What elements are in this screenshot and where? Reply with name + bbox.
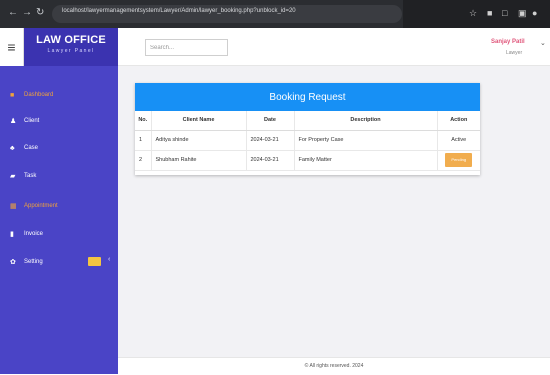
cell-no: 1	[135, 130, 152, 151]
sidebar-item-label: Appointment	[24, 203, 58, 209]
home-icon: ■	[10, 91, 15, 99]
brand-subtitle: Lawyer Panel	[47, 48, 95, 54]
gear-icon: ✿	[10, 259, 16, 266]
file-icon: ▰	[10, 173, 16, 180]
search-input[interactable]	[145, 39, 228, 56]
sidebar-item-appointment[interactable]: ▦ Appointment	[0, 196, 118, 216]
sidebar-item-task[interactable]: ▰ Task	[0, 166, 118, 186]
table-row: 1 Aditya shinde 2024-03-21 For Property …	[135, 130, 480, 151]
reload-icon[interactable]: ↻	[36, 7, 44, 19]
sidebar-item-label: Setting	[24, 259, 43, 265]
column-header: Date	[246, 111, 295, 131]
cell-client: Aditya shinde	[151, 130, 247, 151]
sidebar-item-setting[interactable]: ✿ Setting ‹	[0, 252, 118, 272]
star-icon[interactable]: ☆	[469, 8, 477, 19]
sidebar-item-label: Dashboard	[24, 92, 54, 98]
window-icon[interactable]: ▣	[518, 8, 527, 19]
chevron-left-icon[interactable]: ‹	[108, 256, 110, 263]
pending-button[interactable]: Pending	[445, 153, 473, 167]
chevron-down-icon[interactable]: ⌄	[540, 39, 546, 47]
column-header: Description	[294, 111, 438, 131]
cell-client: Shubham Rahite	[151, 150, 247, 171]
user-name[interactable]: Sanjay Patil	[491, 39, 525, 45]
forward-icon[interactable]: →	[22, 7, 32, 19]
sidebar-item-label: Task	[24, 173, 37, 179]
profile-icon[interactable]: ●	[532, 8, 537, 19]
sidebar-item-invoice[interactable]: ▮ Invoice	[0, 224, 118, 244]
cell-no: 2	[135, 150, 152, 171]
status-active: Active	[437, 130, 480, 151]
column-header: No.	[135, 111, 152, 131]
extension-icon[interactable]: ■	[487, 8, 492, 19]
cell-date: 2024-03-21	[246, 150, 295, 171]
sidebar-item-case[interactable]: ♣ Case	[0, 138, 118, 158]
column-header: Client Name	[151, 111, 247, 131]
notification-badge	[88, 257, 101, 266]
back-icon[interactable]: ←	[8, 7, 18, 19]
cell-description: Family Matter	[294, 150, 438, 171]
table-header-row: No. Client Name Date Description Action	[135, 111, 480, 131]
sidebar-item-dashboard[interactable]: ■ Dashboard	[0, 85, 118, 105]
booking-request-card: Booking Request No. Client Name Date Des…	[135, 83, 480, 175]
brand-logo[interactable]: LAW OFFICE Lawyer Panel	[24, 28, 118, 66]
sidebar-item-client[interactable]: ♟ Client	[0, 111, 118, 131]
sidebar-item-label: Case	[24, 145, 39, 151]
address-bar-url: localhost/lawyermanagementsystem/Lawyer/…	[62, 8, 296, 14]
card-title: Booking Request	[135, 83, 480, 111]
cell-description: For Property Case	[294, 130, 438, 151]
booking-table: No. Client Name Date Description Action …	[135, 111, 480, 171]
users-icon: ♣	[10, 144, 15, 152]
column-header: Action	[437, 111, 480, 131]
tab-icon[interactable]: □	[502, 8, 507, 19]
calendar-icon: ▦	[10, 203, 17, 210]
brand-title: LAW OFFICE	[36, 34, 106, 46]
sidebar-item-label: Client	[24, 118, 40, 124]
user-role: Lawyer	[506, 50, 523, 56]
cell-date: 2024-03-21	[246, 130, 295, 151]
table-row: 2 Shubham Rahite 2024-03-21 Family Matte…	[135, 150, 480, 171]
user-icon: ♟	[10, 118, 17, 125]
invoice-icon: ▮	[10, 231, 14, 238]
sidebar-item-label: Invoice	[24, 231, 44, 237]
menu-toggle-icon[interactable]: ≡	[0, 28, 24, 66]
action-cell: Pending	[437, 150, 480, 171]
sidebar: ■ Dashboard ♟ Client ♣ Case ▰ Task ▦ App…	[0, 66, 118, 374]
footer: © All rights reserved. 2024	[118, 357, 550, 374]
